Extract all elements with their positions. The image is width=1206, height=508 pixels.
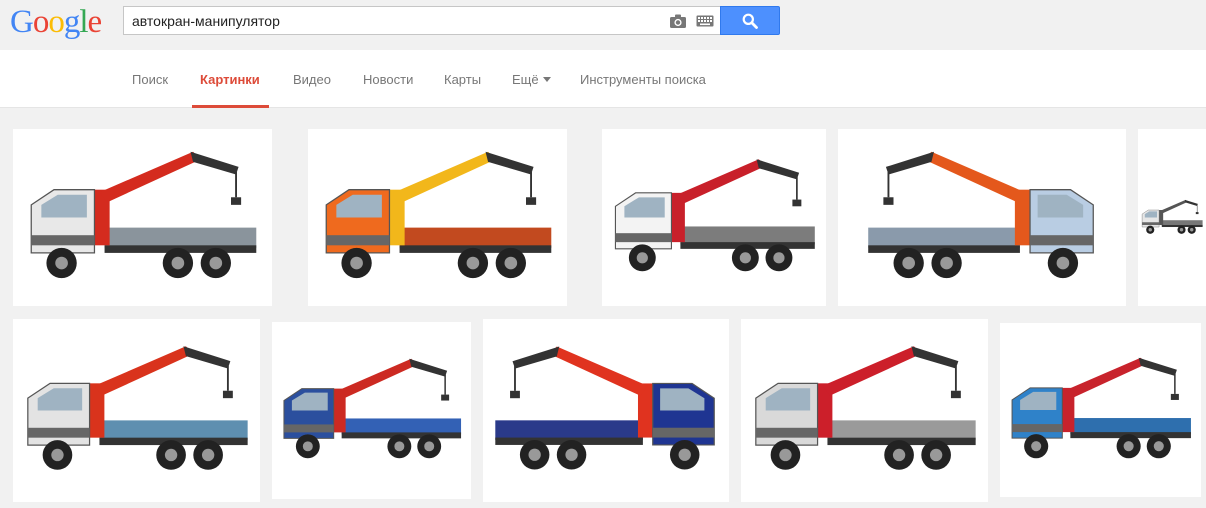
search-input[interactable] bbox=[132, 10, 652, 31]
crane-truck-picture bbox=[1011, 357, 1191, 459]
tab-video[interactable]: Видео bbox=[293, 72, 331, 87]
image-result[interactable] bbox=[13, 129, 272, 306]
logo-letter: g bbox=[63, 4, 80, 40]
search-box bbox=[123, 6, 720, 35]
navigation-bar: Поиск Картинки Видео Новости Карты Ещё И… bbox=[0, 50, 1206, 108]
image-result[interactable] bbox=[308, 129, 567, 306]
logo-letter: o bbox=[48, 4, 64, 40]
crane-truck-picture bbox=[1141, 199, 1203, 234]
image-result[interactable] bbox=[838, 129, 1126, 306]
active-tab-indicator bbox=[192, 105, 269, 108]
magnifier-icon bbox=[742, 13, 758, 29]
caret-down-icon bbox=[542, 77, 551, 82]
crane-truck-picture bbox=[868, 151, 1094, 279]
crane-truck-picture bbox=[614, 159, 815, 272]
crane-truck-picture bbox=[27, 346, 248, 470]
image-result[interactable] bbox=[483, 319, 729, 502]
tab-news[interactable]: Новости bbox=[363, 72, 413, 87]
google-logo[interactable]: Google bbox=[10, 4, 103, 40]
search-button[interactable] bbox=[720, 6, 780, 35]
tab-images[interactable]: Картинки bbox=[200, 72, 260, 87]
image-result[interactable] bbox=[741, 319, 988, 502]
crane-truck-picture bbox=[755, 346, 976, 470]
crane-truck-picture bbox=[30, 151, 257, 279]
logo-letter: e bbox=[87, 4, 103, 40]
tab-search[interactable]: Поиск bbox=[132, 72, 168, 87]
image-result[interactable] bbox=[272, 322, 471, 499]
logo-letter: G bbox=[10, 4, 34, 40]
tab-more[interactable]: Ещё bbox=[512, 72, 551, 87]
top-bar: Google bbox=[0, 0, 1206, 50]
tab-search-tools[interactable]: Инструменты поиска bbox=[580, 72, 706, 87]
image-result[interactable] bbox=[602, 129, 826, 306]
tab-maps[interactable]: Карты bbox=[444, 72, 481, 87]
crane-truck-picture bbox=[283, 358, 462, 459]
image-result[interactable] bbox=[1000, 323, 1201, 497]
crane-truck-picture bbox=[325, 151, 552, 279]
camera-icon[interactable] bbox=[669, 13, 687, 29]
tab-more-label: Ещё bbox=[512, 72, 539, 87]
logo-letter: o bbox=[32, 4, 49, 40]
image-result[interactable] bbox=[1138, 129, 1206, 306]
keyboard-icon[interactable] bbox=[696, 15, 714, 27]
logo-letter: l bbox=[79, 4, 88, 40]
image-result[interactable] bbox=[13, 319, 260, 502]
crane-truck-picture bbox=[495, 346, 715, 470]
